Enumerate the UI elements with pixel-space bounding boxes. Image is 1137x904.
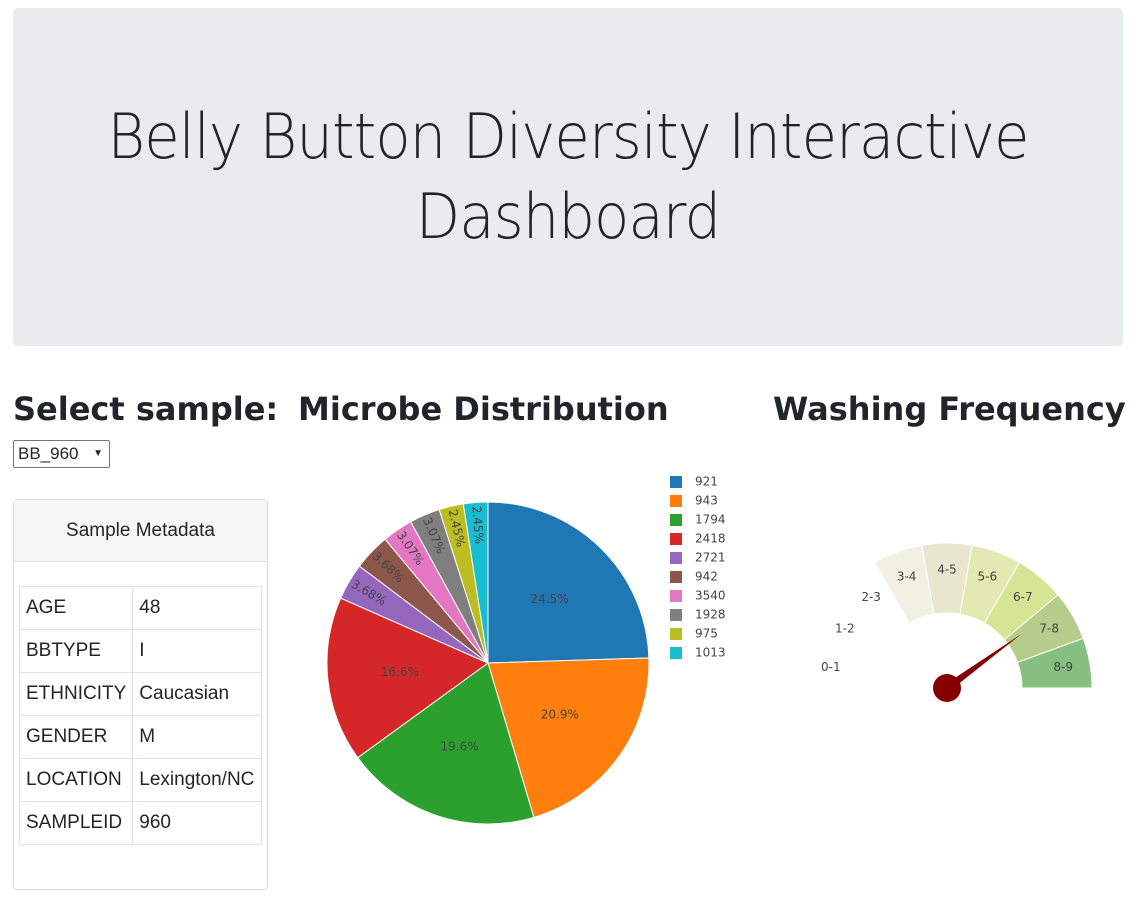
gauge-segment-label: 3-4 — [897, 570, 917, 584]
gauge-needle-hub — [933, 674, 961, 702]
gauge-segment-label: 6-7 — [1013, 590, 1033, 604]
gauge-segment-label: 5-6 — [978, 570, 998, 584]
gauge-segment-label: 4-5 — [937, 563, 957, 577]
gauge-segment-label: 2-3 — [861, 590, 881, 604]
gauge-segment-label: 0-1 — [821, 660, 841, 674]
gauge-segment-label: 7-8 — [1039, 622, 1059, 636]
gauge-segment-label: 8-9 — [1053, 660, 1073, 674]
gauge-segment-label: 1-2 — [835, 622, 855, 636]
washing-frequency-gauge: 0-1 1-2 2-3 3-4 4-5 5-6 6-7 7-8 8-9 — [801, 542, 1093, 702]
